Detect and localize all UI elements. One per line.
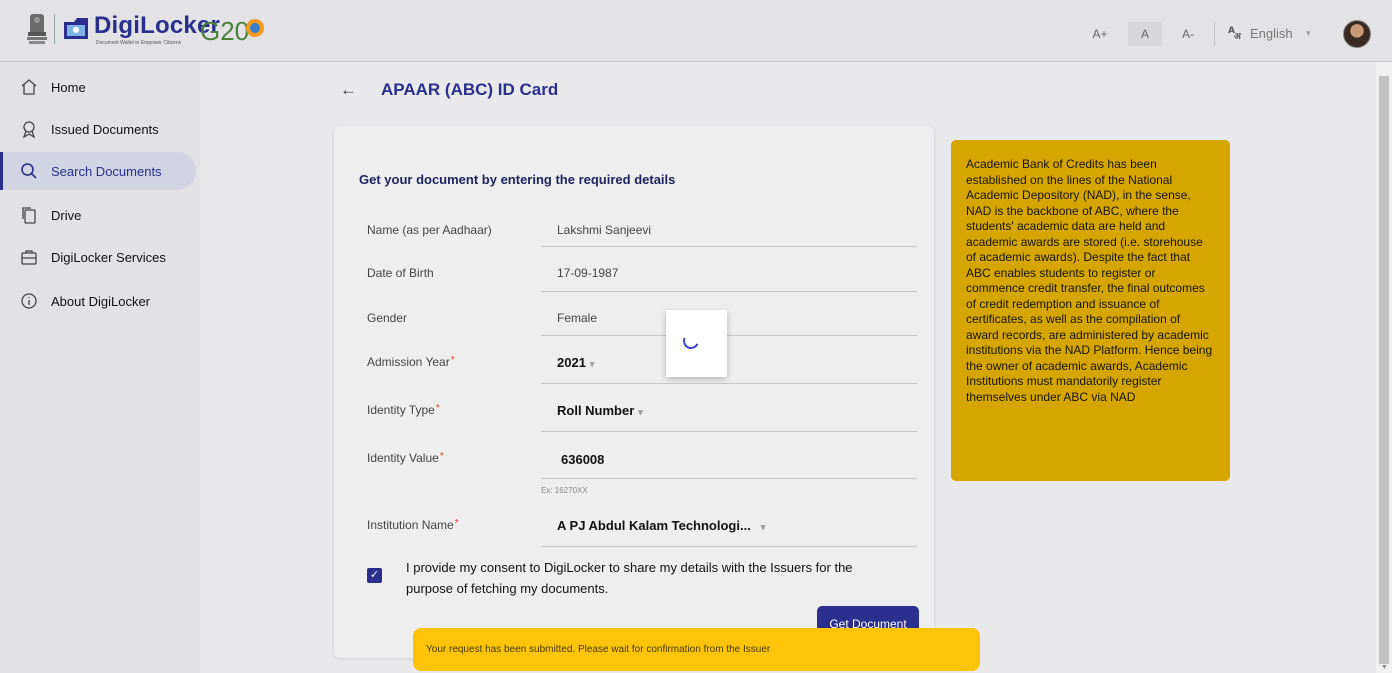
field-divider — [541, 431, 917, 432]
sidebar-item-search-documents[interactable]: Search Documents — [0, 152, 196, 190]
font-increase-button[interactable]: A+ — [1086, 22, 1114, 46]
abc-info-panel: Academic Bank of Credits has been establ… — [951, 140, 1230, 481]
form-heading: Get your document by entering the requir… — [359, 172, 676, 187]
field-divider — [541, 478, 917, 479]
digilocker-logo-icon[interactable] — [60, 12, 92, 42]
field-divider — [541, 383, 917, 384]
identity-type-select[interactable]: Roll Number ▾ — [557, 403, 643, 418]
field-divider — [541, 291, 917, 292]
identity-value-input[interactable]: 636008 — [561, 452, 604, 467]
identity-value-label: Identity Value* — [367, 451, 444, 465]
font-decrease-button[interactable]: A- — [1176, 22, 1200, 46]
back-arrow-icon[interactable]: ← — [340, 80, 357, 100]
chevron-down-icon: ▾ — [589, 359, 595, 369]
gender-value: Female — [557, 311, 598, 325]
logo-divider — [54, 14, 55, 44]
institution-name-label: Institution Name* — [367, 518, 459, 532]
language-select[interactable]: English — [1250, 26, 1293, 41]
chevron-down-icon: ▾ — [638, 407, 643, 417]
brand-tagline: Document Wallet to Empower Citizens — [96, 40, 182, 46]
consent-text: I provide my consent to DigiLocker to sh… — [406, 560, 853, 596]
field-divider — [541, 546, 917, 547]
briefcase-icon — [19, 247, 39, 267]
page-title: APAAR (ABC) ID Card — [381, 80, 559, 99]
chevron-down-icon[interactable]: ▾ — [1306, 28, 1311, 39]
field-divider — [541, 335, 917, 336]
top-header: DigiLocker Document Wallet to Empower Ci… — [0, 0, 1392, 62]
national-emblem-icon — [27, 14, 47, 44]
sidebar-item-label: Home — [51, 79, 86, 95]
institution-name-select[interactable]: A PJ Abdul Kalam Technologi... ▾ — [557, 518, 765, 533]
sidebar-item-label: Issued Documents — [51, 121, 159, 137]
scroll-down-icon[interactable]: ▼ — [1381, 664, 1388, 671]
gender-label: Gender — [367, 311, 408, 325]
svg-text:G20: G20 — [200, 16, 249, 46]
sidebar-item-issued-documents[interactable]: Issued Documents — [0, 110, 196, 148]
dob-label: Date of Birth — [367, 266, 434, 280]
svg-text:अ: अ — [1234, 32, 1242, 40]
identity-type-label: Identity Type* — [367, 403, 440, 417]
submission-toast: Your request has been submitted. Please … — [413, 628, 980, 671]
g20-logo: G20 — [200, 16, 264, 46]
admission-year-label: Admission Year* — [367, 355, 455, 369]
translate-icon[interactable]: Aअ — [1228, 24, 1244, 43]
avatar[interactable] — [1343, 20, 1371, 48]
chevron-down-icon: ▾ — [760, 522, 766, 532]
sidebar-item-label: Search Documents — [51, 163, 162, 179]
dob-value: 17-09-1987 — [557, 266, 619, 280]
header-divider — [1214, 22, 1215, 46]
font-normal-button[interactable]: A — [1128, 22, 1162, 46]
sidebar-item-about-digilocker[interactable]: About DigiLocker — [0, 282, 196, 320]
admission-year-select[interactable]: 2021 ▾ — [557, 355, 594, 370]
scrollbar-thumb[interactable] — [1379, 76, 1389, 664]
sidebar-item-label: About DigiLocker — [51, 293, 150, 309]
consent-checkbox[interactable]: ✓ — [367, 568, 382, 583]
search-icon — [19, 161, 39, 181]
sidebar-item-drive[interactable]: Drive — [0, 196, 196, 234]
info-icon — [19, 291, 39, 311]
sidebar-item-label: DigiLocker Services — [51, 249, 166, 265]
field-divider — [541, 246, 917, 247]
name-value: Lakshmi Sanjeevi — [557, 223, 652, 237]
name-label: Name (as per Aadhaar) — [367, 223, 492, 237]
home-icon — [19, 77, 39, 97]
sidebar-item-home[interactable]: Home — [0, 68, 196, 106]
award-icon — [19, 119, 39, 139]
file-copy-icon — [19, 205, 39, 225]
sidebar-item-digilocker-services[interactable]: DigiLocker Services — [0, 238, 196, 276]
sidebar: Home Issued Documents Search Documents D… — [0, 62, 200, 673]
identity-value-hint: Ex: 16270XX — [541, 486, 588, 495]
sidebar-item-label: Drive — [51, 207, 82, 223]
